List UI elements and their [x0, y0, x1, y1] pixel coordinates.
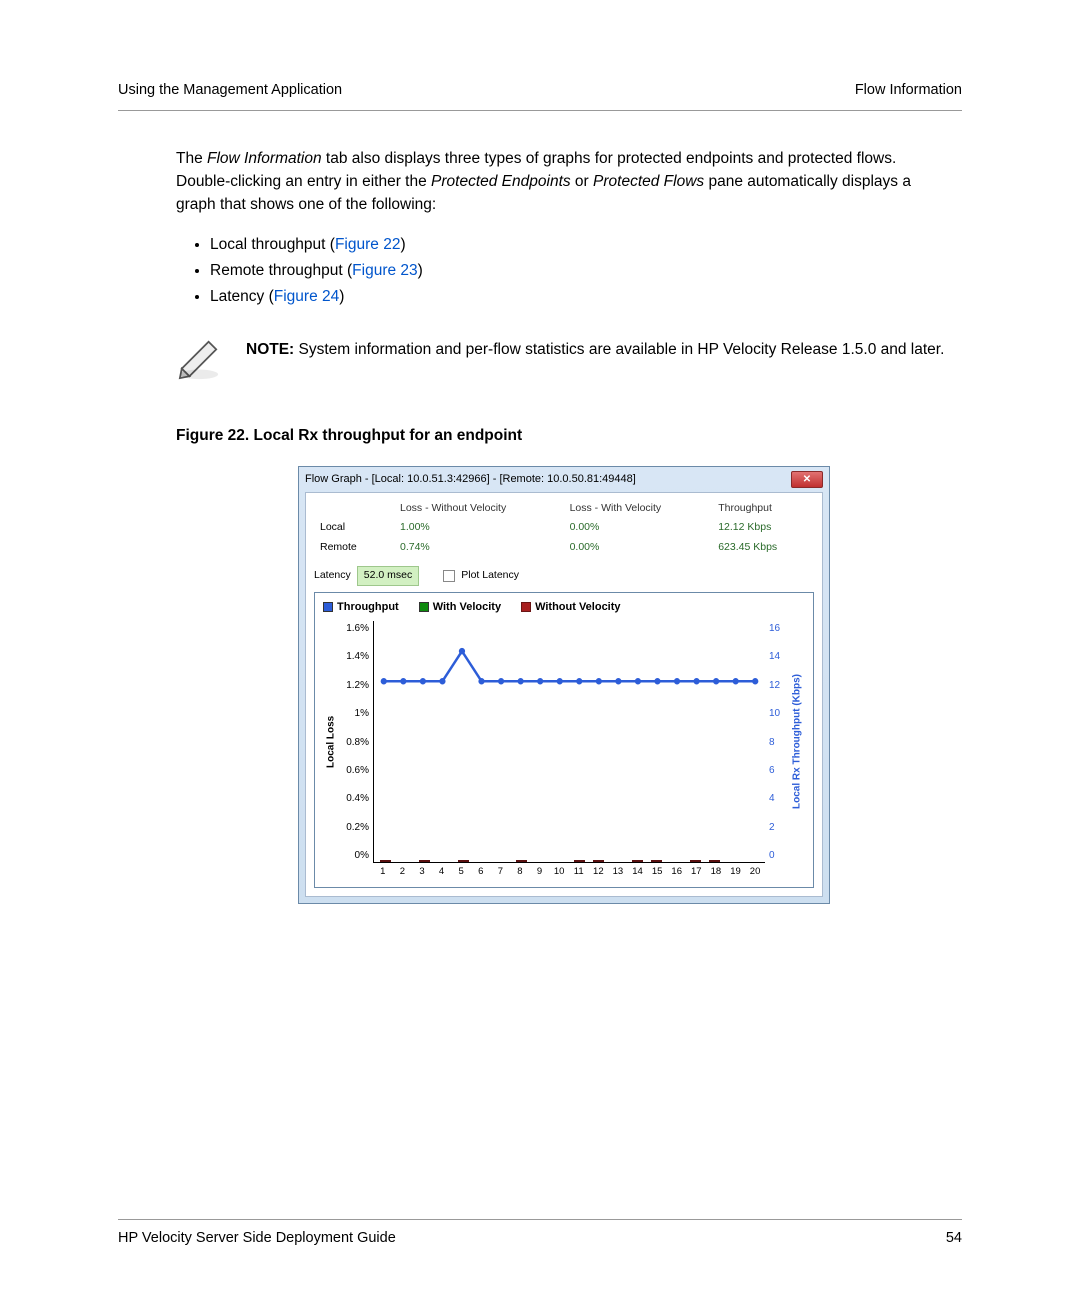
figure-wrap: Flow Graph - [Local: 10.0.51.3:42966] - … — [176, 466, 952, 905]
stats-table: Loss - Without Velocity Loss - With Velo… — [314, 499, 814, 558]
protected-endpoints-em: Protected Endpoints — [431, 173, 571, 190]
note-icon — [176, 336, 222, 390]
y-axis-left: 1.6%1.4%1.2%1%0.8%0.6%0.4%0.2%0% — [339, 621, 373, 863]
table-row: Local 1.00% 0.00% 12.12 Kbps — [314, 518, 814, 538]
chart-legend: Throughput With Velocity Without Velocit… — [323, 599, 805, 616]
window-title: Flow Graph - [Local: 10.0.51.3:42966] - … — [305, 471, 636, 488]
list-item: Local throughput (Figure 22) — [210, 233, 952, 256]
list-item: Latency (Figure 24) — [210, 285, 952, 308]
stats-panel: Loss - Without Velocity Loss - With Velo… — [305, 492, 823, 898]
plot-latency-checkbox[interactable] — [443, 570, 455, 582]
header-right: Flow Information — [855, 80, 962, 102]
chart-box: Throughput With Velocity Without Velocit… — [314, 592, 814, 889]
table-row: Remote 0.74% 0.00% 623.45 Kbps — [314, 538, 814, 558]
close-button[interactable]: ✕ — [791, 471, 823, 488]
latency-value: 52.0 msec — [357, 566, 419, 586]
latency-row: Latency 52.0 msec Plot Latency — [314, 564, 814, 592]
plot-latency-label: Plot Latency — [461, 568, 519, 584]
y-axis-left-label: Local Loss — [323, 621, 339, 863]
bullet-list: Local throughput (Figure 22) Remote thro… — [176, 233, 952, 309]
footer-title: HP Velocity Server Side Deployment Guide — [118, 1228, 396, 1250]
list-item: Remote throughput (Figure 23) — [210, 259, 952, 282]
plot: Local Loss 1.6%1.4%1.2%1%0.8%0.6%0.4%0.2… — [323, 621, 805, 863]
y-axis-right-label: Local Rx Throughput (Kbps) — [789, 621, 805, 863]
y-axis-right: 1614121086420 — [765, 621, 789, 863]
plot-area — [373, 621, 765, 863]
titlebar: Flow Graph - [Local: 10.0.51.3:42966] - … — [299, 467, 829, 492]
x-axis: 1234567891011121314151617181920 — [373, 863, 765, 879]
figure-caption: Figure 22. Local Rx throughput for an en… — [176, 424, 952, 447]
figure-link-23[interactable]: Figure 23 — [352, 262, 417, 279]
throughput-swatch — [323, 602, 333, 612]
header-left: Using the Management Application — [118, 80, 342, 102]
flow-graph-window: Flow Graph - [Local: 10.0.51.3:42966] - … — [298, 466, 830, 905]
with-velocity-swatch — [419, 602, 429, 612]
flow-info-em: Flow Information — [207, 150, 322, 167]
protected-flows-em: Protected Flows — [593, 173, 704, 190]
page-footer: HP Velocity Server Side Deployment Guide… — [118, 1219, 962, 1250]
page-number: 54 — [946, 1228, 962, 1250]
without-velocity-swatch — [521, 602, 531, 612]
note-block: NOTE: System information and per-flow st… — [176, 336, 952, 390]
content-area: The Flow Information tab also displays t… — [118, 147, 962, 905]
page-header: Using the Management Application Flow In… — [118, 80, 962, 111]
note-text: NOTE: System information and per-flow st… — [246, 336, 944, 361]
intro-paragraph: The Flow Information tab also displays t… — [176, 147, 952, 217]
figure-link-24[interactable]: Figure 24 — [274, 288, 339, 305]
figure-link-22[interactable]: Figure 22 — [335, 236, 400, 253]
